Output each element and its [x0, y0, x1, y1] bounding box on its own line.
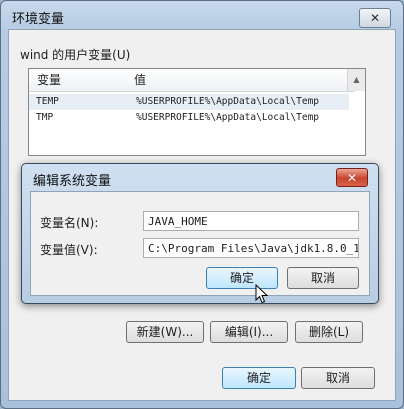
user-variables-table[interactable]: 变量 值 ▲ TEMP %USERPROFILE%\AppData\Local\… [28, 68, 366, 156]
column-header-value[interactable]: 值 [126, 69, 354, 92]
variable-value-cell: %USERPROFILE%\AppData\Local\Temp [136, 96, 320, 107]
new-variable-button[interactable]: 新建(W)... [126, 321, 204, 343]
scroll-up-icon[interactable]: ▲ [347, 69, 365, 91]
variable-name-label: 变量名(N): [40, 216, 99, 230]
delete-variable-button[interactable]: 删除(L) [295, 321, 363, 343]
close-icon[interactable]: ✕ [359, 8, 391, 28]
variable-value-label: 变量值(V): [40, 243, 98, 257]
table-row[interactable]: TEMP %USERPROFILE%\AppData\Local\Temp [29, 94, 349, 110]
edit-variable-button[interactable]: 编辑(I)... [210, 321, 288, 343]
variable-value-input[interactable]: C:\Program Files\Java\jdk1.8.0_191 [143, 238, 359, 258]
dialog-cancel-button[interactable]: 取消 [287, 267, 359, 289]
cancel-button[interactable]: 取消 [301, 367, 375, 389]
variable-name-cell: TEMP [36, 96, 59, 107]
ok-button[interactable]: 确定 [222, 367, 296, 389]
variable-name-input[interactable]: JAVA_HOME [143, 211, 359, 231]
mouse-pointer-icon [255, 284, 269, 304]
dialog-title: 编辑系统变量 [33, 174, 112, 189]
window-title: 环境变量 [12, 12, 65, 27]
user-variables-group-label: wind 的用户变量(U) [20, 48, 131, 62]
column-header-variable[interactable]: 变量 [29, 69, 134, 92]
variable-value-cell: %USERPROFILE%\AppData\Local\Temp [136, 112, 320, 123]
table-row[interactable]: TMP %USERPROFILE%\AppData\Local\Temp [29, 110, 349, 126]
dialog-close-icon[interactable]: ✕ [336, 168, 368, 187]
edit-system-variable-dialog: 编辑系统变量 ✕ 变量名(N): JAVA_HOME 变量值(V): C:\Pr… [21, 163, 379, 304]
variable-name-cell: TMP [36, 112, 54, 123]
dialog-client-area: 变量名(N): JAVA_HOME 变量值(V): C:\Program Fil… [30, 191, 370, 296]
